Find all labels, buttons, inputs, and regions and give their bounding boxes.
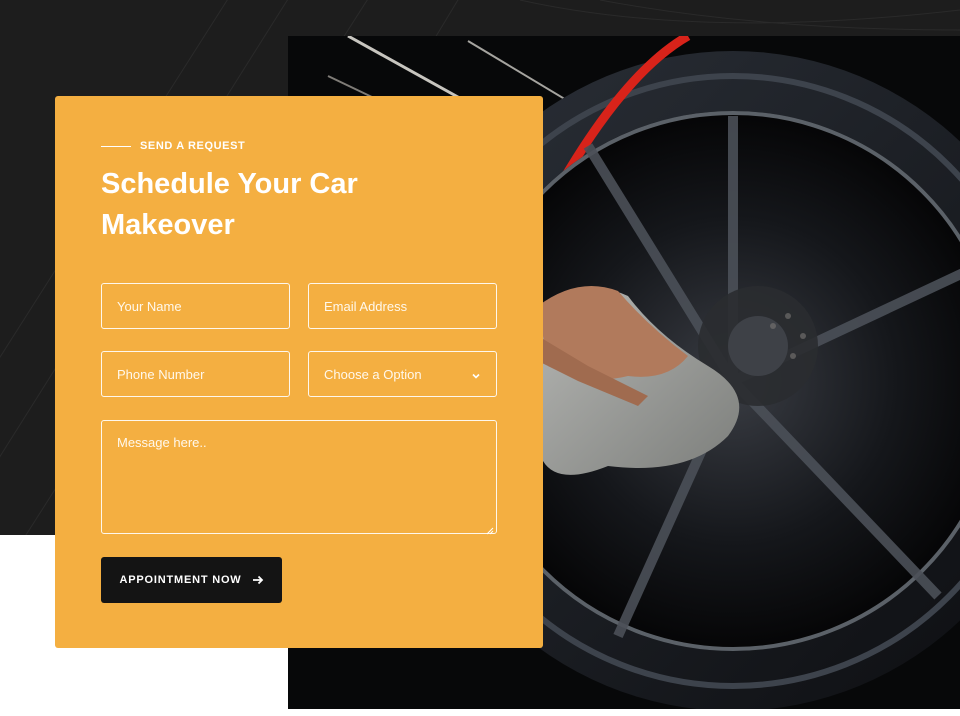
chevron-down-icon bbox=[471, 369, 481, 379]
form-title: Schedule Your Car Makeover bbox=[101, 168, 358, 241]
email-input[interactable]: Email Address bbox=[308, 283, 497, 329]
appointment-form-card: SEND A REQUEST Schedule Your Car Makeove… bbox=[55, 96, 543, 648]
arrow-right-icon bbox=[252, 574, 264, 586]
submit-label: APPOINTMENT NOW bbox=[119, 574, 242, 586]
phone-input[interactable]: Phone Number bbox=[101, 351, 290, 397]
name-input[interactable]: Your Name bbox=[101, 283, 290, 329]
section-eyebrow: SEND A REQUEST bbox=[101, 140, 245, 152]
service-select[interactable]: Choose a Option bbox=[308, 351, 497, 397]
eyebrow-label: SEND A REQUEST bbox=[140, 140, 246, 152]
phone-placeholder: Phone Number bbox=[117, 366, 205, 382]
appointment-now-button[interactable]: APPOINTMENT NOW bbox=[101, 557, 282, 603]
eyebrow-rule bbox=[101, 145, 131, 147]
message-textarea[interactable]: Message here.. bbox=[101, 420, 497, 535]
resize-grip-icon[interactable] bbox=[486, 523, 494, 535]
email-placeholder: Email Address bbox=[324, 298, 408, 314]
message-placeholder: Message here.. bbox=[117, 435, 207, 450]
name-placeholder: Your Name bbox=[117, 298, 182, 314]
service-selected-value: Choose a Option bbox=[324, 366, 422, 382]
